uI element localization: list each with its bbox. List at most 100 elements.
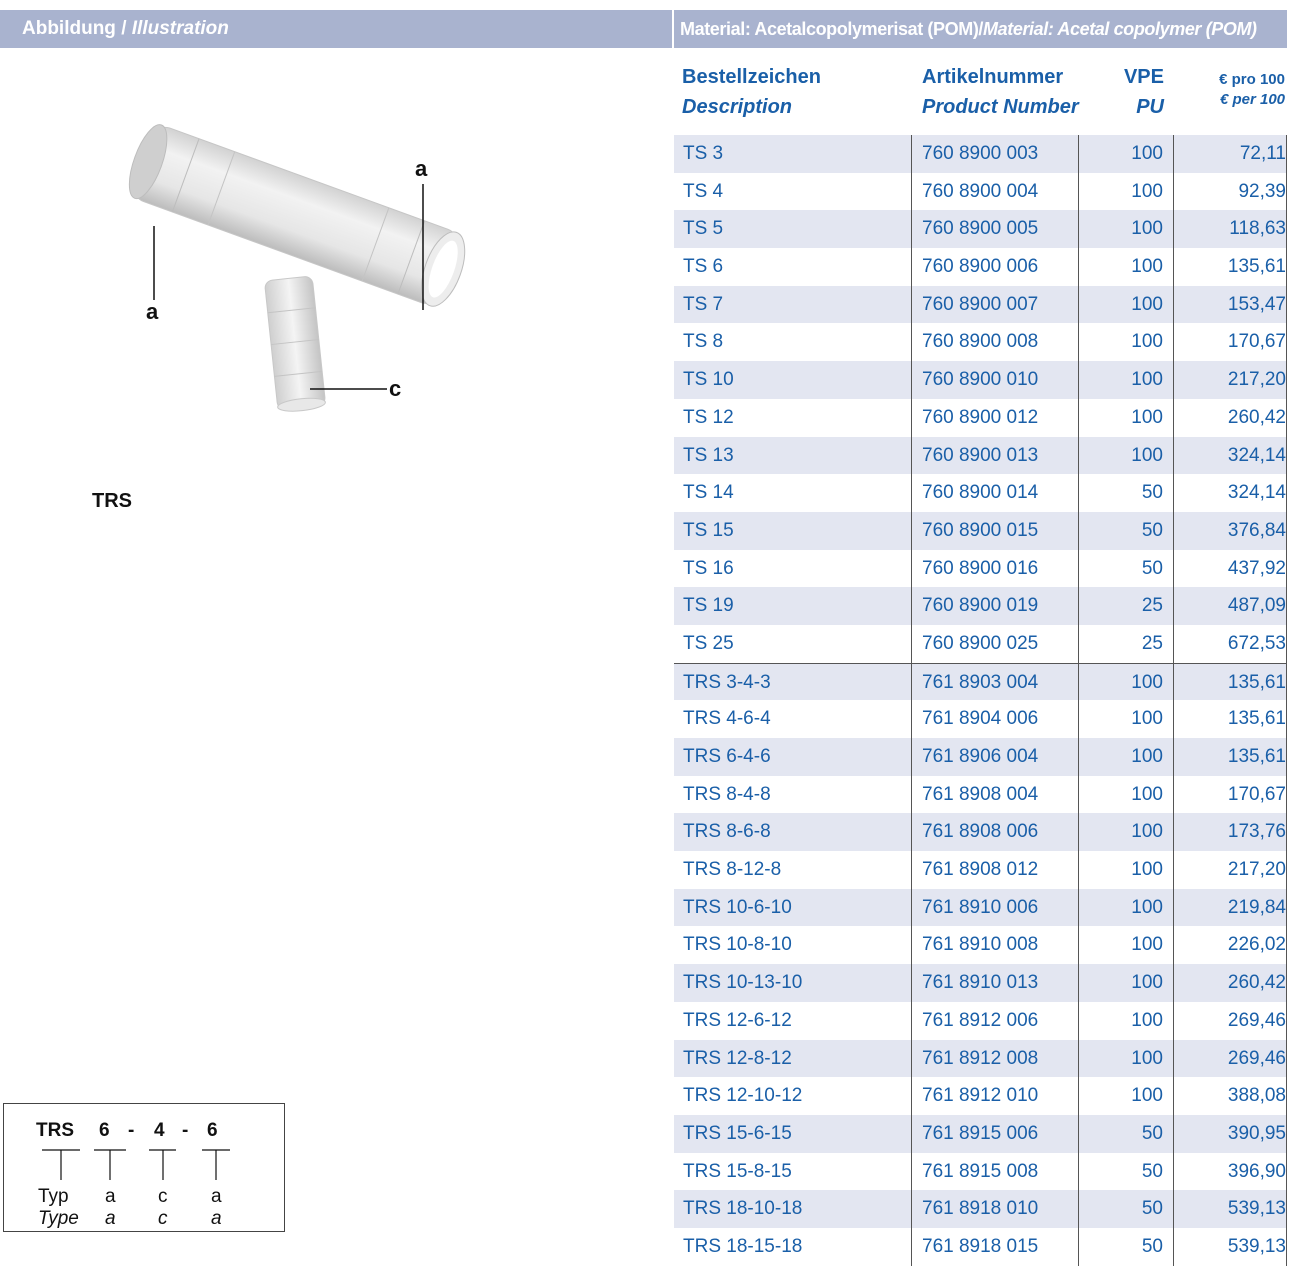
cell-description: TS 7 [674,285,912,324]
cell-product-number: 761 8910 008 [912,926,1079,965]
type-dash: - [128,1120,135,1141]
cell-product-number: 761 8915 008 [912,1152,1079,1191]
cell-product-number: 761 8918 015 [912,1227,1079,1266]
cell-description: TS 15 [674,511,912,550]
type-c-value: 4 [154,1120,165,1141]
cell-description: TRS 12-6-12 [674,1001,912,1040]
illustration-header-label-en: Illustration [131,18,229,39]
cell-description: TRS 4-6-4 [674,700,912,738]
cell-product-number: 760 8900 006 [912,248,1079,286]
product-name: TRS [92,490,132,512]
col-price: € pro 100 € per 100 [1174,70,1285,110]
cell-description: TS 3 [674,135,912,173]
cell-price: 324,14 [1174,436,1287,475]
type-a-value: 6 [99,1120,110,1141]
cell-price: 153,47 [1174,285,1287,324]
cell-product-number: 760 8900 012 [912,398,1079,437]
illustration-header-label: Abbildung / [22,18,132,39]
cell-description: TRS 15-8-15 [674,1152,912,1191]
table-row: TRS 8-6-8 761 8908 006 100 173,76 [674,813,1287,852]
illustration-header: Abbildung / Illustration [0,10,672,48]
cell-pu: 25 [1079,587,1174,625]
col-description: Bestellzeichen Description [682,62,821,122]
cell-price: 72,11 [1174,135,1287,173]
cell-product-number: 761 8912 006 [912,1001,1079,1040]
cell-pu: 100 [1079,1039,1174,1078]
label-c: c [389,376,402,401]
col-product-number-en: Product Number [922,96,1079,118]
cell-product-number: 760 8900 019 [912,587,1079,625]
col-product-number: Artikelnummer Product Number [922,62,1079,122]
cell-price: 170,67 [1174,323,1287,362]
cell-description: TS 8 [674,323,912,362]
cell-price: 260,42 [1174,398,1287,437]
col-description-en: Description [682,96,793,118]
cell-pu: 100 [1079,926,1174,965]
cell-description: TRS 8-12-8 [674,851,912,889]
cell-pu: 100 [1079,1001,1174,1040]
table-row: TRS 8-12-8 761 8908 012 100 217,20 [674,851,1287,889]
material-header-label: Material: Acetalcopolymerisat (POM)/ [680,19,984,39]
cell-price: 135,61 [1174,663,1287,701]
type-code: TRS [36,1120,74,1141]
label-a-top: a [415,156,428,181]
cell-price: 672,53 [1174,624,1287,663]
type-legend-c-en: c [158,1208,168,1229]
table-row: TRS 10-6-10 761 8910 006 100 219,84 [674,888,1287,927]
cell-product-number: 760 8900 014 [912,474,1079,512]
cell-description: TS 5 [674,210,912,249]
type-legend-a: a [105,1186,116,1207]
cell-price: 260,42 [1174,964,1287,1002]
cell-product-number: 761 8908 004 [912,775,1079,814]
table-row: TRS 10-13-10 761 8910 013 100 260,42 [674,964,1287,1002]
table-row: TRS 12-6-12 761 8912 006 100 269,46 [674,1001,1287,1040]
cell-pu: 25 [1079,624,1174,663]
table-row: TS 6 760 8900 006 100 135,61 [674,248,1287,286]
cell-pu: 100 [1079,135,1174,173]
cell-price: 135,61 [1174,700,1287,738]
cell-product-number: 760 8900 025 [912,624,1079,663]
col-product-number-de: Artikelnummer [922,66,1064,88]
cell-pu: 100 [1079,361,1174,399]
type-legend-a2: a [211,1186,222,1207]
cell-product-number: 760 8900 004 [912,172,1079,211]
type-legend-c: c [158,1186,168,1207]
cell-price: 217,20 [1174,361,1287,399]
col-description-de: Bestellzeichen [682,66,821,88]
cell-product-number: 760 8900 010 [912,361,1079,399]
table-row: TRS 15-6-15 761 8915 006 50 390,95 [674,1114,1287,1153]
cell-description: TS 12 [674,398,912,437]
label-a-left: a [146,299,159,324]
cell-pu: 50 [1079,1114,1174,1153]
cell-product-number: 760 8900 007 [912,285,1079,324]
table-row: TS 5 760 8900 005 100 118,63 [674,210,1287,249]
cell-product-number: 760 8900 015 [912,511,1079,550]
cell-price: 170,67 [1174,775,1287,814]
table-row: TS 25 760 8900 025 25 672,53 [674,624,1287,663]
material-header: Material: Acetalcopolymerisat (POM)/Mate… [674,10,1287,48]
cell-product-number: 761 8908 006 [912,813,1079,852]
table-row: TS 13 760 8900 013 100 324,14 [674,436,1287,475]
illustration-area: a a c [0,48,672,508]
cell-description: TRS 12-10-12 [674,1077,912,1115]
table-row: TRS 12-8-12 761 8912 008 100 269,46 [674,1039,1287,1078]
cell-description: TRS 6-4-6 [674,738,912,776]
cell-description: TRS 18-15-18 [674,1227,912,1266]
table-row: TS 15 760 8900 015 50 376,84 [674,511,1287,550]
cell-pu: 100 [1079,323,1174,362]
cell-description: TS 14 [674,474,912,512]
product-table: Bestellzeichen Description Artikelnummer… [674,48,1287,1266]
cell-pu: 100 [1079,285,1174,324]
col-pu-en: PU [1136,96,1164,118]
table-row: TRS 8-4-8 761 8908 004 100 170,67 [674,775,1287,814]
cell-product-number: 761 8908 012 [912,851,1079,889]
cell-pu: 100 [1079,436,1174,475]
table-row: TRS 18-15-18 761 8918 015 50 539,13 [674,1227,1287,1266]
cell-pu: 100 [1079,738,1174,776]
cell-description: TS 4 [674,172,912,211]
table-row: TRS 6-4-6 761 8906 004 100 135,61 [674,738,1287,776]
cell-pu: 100 [1079,663,1174,701]
cell-product-number: 761 8918 010 [912,1190,1079,1228]
cell-description: TS 6 [674,248,912,286]
type-legend-a-en: a [105,1208,116,1229]
